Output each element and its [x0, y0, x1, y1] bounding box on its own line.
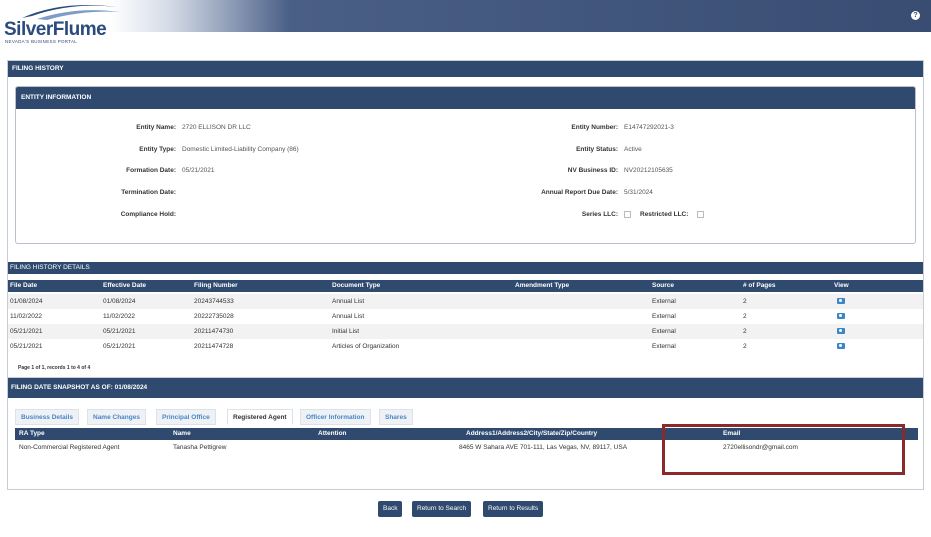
effective-date-cell: 05/21/2021	[103, 343, 136, 350]
pager-text: Page 1 of 1, records 1 to 4 of 4	[18, 365, 91, 371]
filing-history-panel: FILING HISTORY ENTITY INFORMATION Entity…	[7, 60, 924, 490]
back-button[interactable]: Back	[378, 501, 403, 517]
table-row[interactable]: 11/02/2022 11/02/2022 20222735028 Annual…	[8, 309, 923, 324]
entity-name-label: Entity Name:	[136, 124, 176, 131]
file-date-cell: 05/21/2021	[10, 343, 43, 350]
entity-name-value: 2720 ELLISON DR LLC	[182, 124, 251, 131]
camera-icon[interactable]	[837, 298, 845, 304]
pages-cell: 2	[743, 343, 747, 350]
col-source[interactable]: Source	[652, 280, 674, 292]
entity-number-label: Entity Number:	[571, 124, 618, 131]
filing-history-title: FILING HISTORY	[8, 61, 923, 77]
annual-report-due-label: Annual Report Due Date:	[541, 189, 618, 196]
restricted-llc-checkbox[interactable]	[697, 211, 704, 218]
col-address: Address1/Address2/City/State/Zip/Country	[466, 430, 598, 437]
entity-type-label: Entity Type:	[139, 146, 176, 153]
tab-name-changes[interactable]: Name Changes	[87, 409, 146, 425]
tab-officer-information[interactable]: Officer Information	[300, 409, 371, 425]
effective-date-cell: 01/08/2024	[103, 298, 136, 305]
pages-cell: 2	[743, 313, 747, 320]
logo-subtitle: NEVADA'S BUSINESS PORTAL	[5, 39, 78, 44]
table-row[interactable]: 01/08/2024 01/08/2024 20243744533 Annual…	[8, 294, 923, 309]
entity-status-label: Entity Status:	[576, 146, 618, 153]
silverflume-logo[interactable]: SilverFlume NEVADA'S BUSINESS PORTAL	[2, 2, 122, 44]
col-name: Name	[173, 430, 191, 437]
effective-date-cell: 05/21/2021	[103, 328, 136, 335]
formation-date-value: 05/21/2021	[182, 167, 215, 174]
pages-cell: 2	[743, 298, 747, 305]
file-date-cell: 11/02/2022	[10, 313, 43, 320]
logo-text: SilverFlume	[4, 19, 107, 40]
col-file-date[interactable]: File Date	[10, 280, 37, 292]
entity-information-title: ENTITY INFORMATION	[16, 87, 915, 109]
col-attention: Attention	[318, 430, 347, 437]
document-type-cell: Initial List	[332, 328, 360, 335]
file-date-cell: 01/08/2024	[10, 298, 43, 305]
table-row[interactable]: 05/21/2021 05/21/2021 20211474728 Articl…	[8, 339, 923, 354]
col-amendment-type[interactable]: Amendment Type	[515, 280, 569, 292]
termination-date-label: Termination Date:	[121, 189, 176, 196]
return-to-results-button[interactable]: Return to Results	[483, 501, 544, 517]
tab-principal-office[interactable]: Principal Office	[156, 409, 216, 425]
tab-shares[interactable]: Shares	[379, 409, 413, 425]
camera-icon[interactable]	[837, 328, 845, 334]
return-to-search-button[interactable]: Return to Search	[412, 501, 472, 517]
compliance-hold-label: Compliance Hold:	[120, 211, 176, 218]
filing-snapshot-title: FILING DATE SNAPSHOT AS OF: 01/08/2024	[8, 378, 923, 398]
ra-address-cell: 8465 W Sahara AVE 701-111, Las Vegas, NV…	[459, 444, 628, 451]
table-row[interactable]: 05/21/2021 05/21/2021 20211474730 Initia…	[8, 324, 923, 339]
entity-number-value: E14747292021-3	[624, 124, 674, 131]
source-cell: External	[652, 298, 676, 305]
document-type-cell: Articles of Organization	[332, 343, 400, 350]
col-pages[interactable]: # of Pages	[743, 280, 776, 292]
filing-number-cell: 20243744533	[194, 298, 234, 305]
filing-history-details-title: FILING HISTORY DETAILS	[8, 262, 923, 274]
series-llc-label: Series LLC:	[581, 211, 618, 218]
col-ra-type: RA Type	[19, 430, 45, 437]
entity-information-panel: ENTITY INFORMATION Entity Name: 2720 ELL…	[15, 86, 916, 244]
document-type-cell: Annual List	[332, 313, 365, 320]
col-filing-number[interactable]: Filing Number	[194, 280, 238, 292]
tab-registered-agent[interactable]: Registered Agent	[227, 409, 293, 425]
formation-date-label: Formation Date:	[126, 167, 176, 174]
camera-icon[interactable]	[837, 313, 845, 319]
source-cell: External	[652, 343, 676, 350]
pages-cell: 2	[743, 328, 747, 335]
filing-snapshot-panel: FILING DATE SNAPSHOT AS OF: 01/08/2024 B…	[8, 377, 923, 490]
annual-report-due-value: 5/31/2024	[624, 189, 653, 196]
ra-type-cell: Non-Commercial Registered Agent	[19, 444, 120, 451]
file-date-cell: 05/21/2021	[10, 328, 43, 335]
email-highlight-box	[662, 424, 905, 475]
restricted-llc-label: Restricted LLC:	[640, 211, 689, 218]
filing-number-cell: 20222735028	[194, 313, 234, 320]
tab-business-details[interactable]: Business Details	[15, 409, 80, 425]
effective-date-cell: 11/02/2022	[103, 313, 136, 320]
col-view: View	[834, 282, 849, 289]
source-cell: External	[652, 313, 676, 320]
nv-business-id-label: NV Business ID:	[567, 167, 618, 174]
top-header-bar: SilverFlume NEVADA'S BUSINESS PORTAL ?	[0, 0, 931, 44]
col-effective-date[interactable]: Effective Date	[103, 280, 146, 292]
help-icon[interactable]: ?	[911, 11, 920, 20]
nv-business-id-value: NV20212105635	[624, 167, 673, 174]
entity-status-value: Active	[624, 146, 642, 153]
filing-number-cell: 20211474728	[194, 343, 234, 350]
source-cell: External	[652, 328, 676, 335]
camera-icon[interactable]	[837, 343, 845, 349]
col-document-type[interactable]: Document Type	[332, 280, 380, 292]
entity-type-value: Domestic Limited-Liability Company (86)	[182, 146, 299, 153]
series-llc-checkbox[interactable]	[624, 211, 631, 218]
filing-history-header-row: File Date Effective Date Filing Number D…	[8, 280, 923, 292]
document-type-cell: Annual List	[332, 298, 365, 305]
filing-number-cell: 20211474730	[194, 328, 234, 335]
ra-name-cell: Tanasha Pettigrew	[173, 444, 227, 451]
